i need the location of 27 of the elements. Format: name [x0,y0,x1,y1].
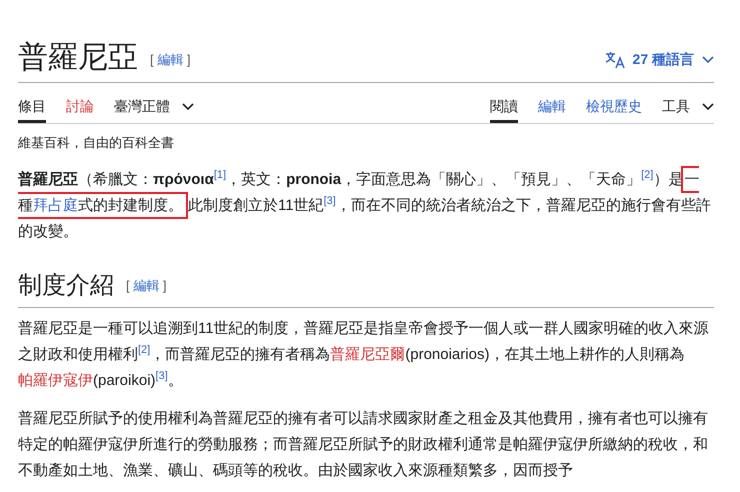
reference-link[interactable]: [1] [214,169,226,181]
missing-article-link[interactable]: 帕羅伊寇伊 [18,372,93,388]
reference-link[interactable]: [3] [156,370,168,382]
tagline: 維基百科，自由的百科全書 [18,134,175,152]
dropdown-menu[interactable]: 工具 [662,93,714,123]
chevron-down-icon [182,102,194,110]
page-tab[interactable]: 討論 [66,93,94,123]
page-tab[interactable]: 條目 [18,93,46,123]
translate-icon [604,50,625,68]
missing-article-link[interactable]: 普羅尼亞爾 [330,346,406,362]
edit-section-link[interactable]: [ 編輯 ] [150,52,190,67]
reference-link[interactable]: [2] [641,169,654,181]
page-tab[interactable]: 編輯 [538,93,566,123]
chevron-down-icon [702,56,714,64]
page-tab[interactable]: 檢視歷史 [586,93,642,123]
language-button[interactable]: 27 種語言 [604,49,714,70]
page-tab[interactable]: 閱讀 [490,93,518,123]
section-heading: 制度介紹 [18,272,114,300]
edit-section-link[interactable]: [ 編輯 ] [126,278,166,292]
article-link[interactable]: 拜占庭 [33,196,78,214]
reference-link[interactable]: [3] [324,195,336,207]
reference-link[interactable]: [2] [138,344,150,356]
dropdown-menu[interactable]: 臺灣正體 [114,93,194,123]
body-paragraph: 普羅尼亞所賦予的使用權利為普羅尼亞的擁有者可以請求國家財產之租金及其他費用，擁有者也可以擁有特定的帕羅伊寇伊所進行的勞動服務；而普羅尼亞所賦予的財政權利通常是帕羅伊寇伊所繳納的稅收，和不動產如土地、漁業、礦山、碼頭等的稅收。由於國家收入來源種類繁多，因而授予 [18,408,709,480]
page-title: 普羅尼亞 [18,40,138,76]
chevron-down-icon [702,102,714,110]
body-paragraph: 普羅尼亞是一種可以追溯到11世紀的制度，普羅尼亞是指皇帝會授予一個人或一群人國家明確的收入來源之財政和使用權利$^{[2]}$，而普羅尼亞的擁有者稱為普羅尼亞爾(pronoiarios)，在其土地上耕作的人則稱為 帕羅伊寇伊(paroikoi)$^{[3]}$。 [18,318,710,390]
